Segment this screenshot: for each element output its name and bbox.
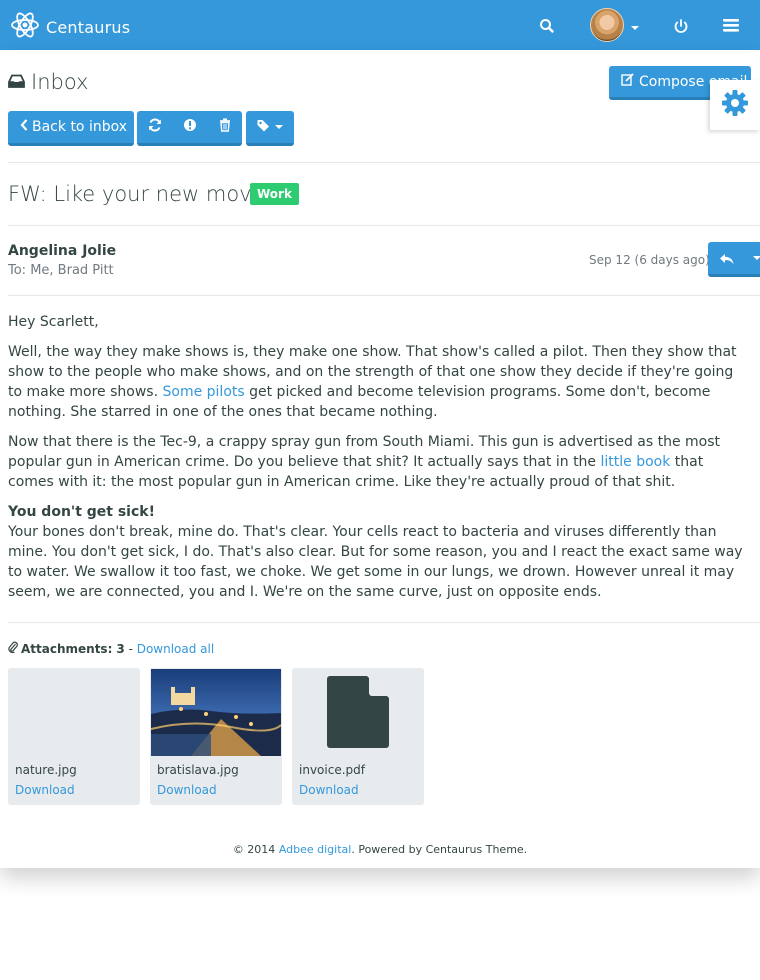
some-pilots-link[interactable]: Some pilots — [163, 384, 245, 400]
refresh-icon[interactable] — [148, 118, 162, 136]
footer-copyright: © 2014 — [232, 843, 279, 856]
back-to-inbox-label: Back to inbox — [32, 119, 128, 135]
caret-down-icon — [275, 125, 283, 129]
file-icon — [292, 668, 424, 756]
attachment-filename: bratislava.jpg — [157, 763, 239, 777]
attachment-download-link[interactable]: Download — [157, 783, 217, 797]
paragraph-text: Your bones don't break, mine do. That's … — [8, 524, 743, 600]
tag-dropdown-button[interactable] — [246, 111, 294, 146]
attachments-header: Attachments: 3 - Download all — [8, 641, 214, 656]
attachment-filename: invoice.pdf — [299, 763, 365, 777]
paperclip-icon — [8, 641, 18, 656]
gear-icon — [721, 89, 749, 121]
attachment-download-link[interactable]: Download — [15, 783, 75, 797]
chevron-left-icon — [20, 119, 28, 135]
chevron-down-icon[interactable] — [631, 26, 639, 30]
email-body: Hey Scarlett, Well, the way they make sh… — [8, 312, 748, 612]
divider — [8, 295, 760, 296]
exclamation-icon[interactable] — [183, 118, 197, 136]
footer-powered-by: . Powered by Centaurus Theme. — [351, 843, 528, 856]
top-navbar: Centaurus — [0, 0, 760, 50]
reply-button[interactable] — [708, 242, 760, 277]
attachment-filename: nature.jpg — [15, 763, 77, 777]
page-footer: © 2014 Adbee digital. Powered by Centaur… — [0, 843, 760, 856]
company-link[interactable]: Adbee digital — [279, 843, 352, 856]
email-view-page: Inbox Compose email Back to inbox FW: Li… — [0, 50, 760, 868]
edit-icon — [621, 73, 634, 90]
caret-down-icon[interactable] — [753, 256, 760, 260]
attachments-label: Attachments: — [21, 641, 113, 656]
attachment-card[interactable]: bratislava.jpg Download — [150, 668, 282, 805]
attachments-separator: - — [124, 641, 137, 656]
email-greeting: Hey Scarlett, — [8, 314, 99, 330]
little-book-link[interactable]: little book — [601, 454, 671, 470]
inbox-icon — [8, 73, 25, 92]
email-date: Sep 12 (6 days ago) — [589, 253, 710, 267]
divider — [8, 622, 760, 623]
back-to-inbox-button[interactable]: Back to inbox — [8, 111, 134, 146]
sender-name[interactable]: Angelina Jolie — [8, 243, 116, 259]
divider — [8, 162, 760, 163]
bratislava-thumbnail-image — [150, 668, 282, 756]
tag-icon — [257, 119, 271, 136]
email-paragraph: You don't get sick! Your bones don't brea… — [8, 502, 748, 602]
attachment-card[interactable]: invoice.pdf Download — [292, 668, 424, 805]
theme-settings-toggle[interactable] — [710, 80, 760, 130]
download-all-link[interactable]: Download all — [137, 642, 214, 656]
attachments-count: 3 — [116, 641, 125, 656]
divider — [8, 225, 760, 226]
attachment-thumbnail-empty — [8, 668, 140, 756]
user-avatar[interactable] — [590, 8, 624, 42]
reply-icon — [719, 251, 735, 270]
email-subject: FW: Like your new movie — [8, 182, 271, 206]
power-icon[interactable] — [672, 17, 690, 35]
trash-icon[interactable] — [219, 118, 231, 136]
paragraph-heading: You don't get sick! — [8, 504, 155, 520]
brand-name: Centaurus — [46, 17, 131, 37]
page-title-text: Inbox — [31, 70, 89, 94]
atom-logo-icon — [10, 11, 40, 43]
email-paragraph: Now that there is the Tec-9, a crappy sp… — [8, 432, 748, 492]
brand-logo[interactable]: Centaurus — [10, 11, 130, 43]
search-icon[interactable] — [538, 17, 556, 35]
attachment-download-link[interactable]: Download — [299, 783, 359, 797]
attachment-card[interactable]: nature.jpg Download — [8, 668, 140, 805]
email-label-badge[interactable]: Work — [250, 183, 299, 205]
email-actions-group — [137, 111, 242, 146]
email-recipients: To: Me, Brad Pitt — [8, 263, 114, 278]
email-paragraph: Well, the way they make shows is, they m… — [8, 342, 748, 422]
page-title: Inbox — [8, 70, 88, 94]
menu-icon[interactable] — [722, 17, 740, 33]
